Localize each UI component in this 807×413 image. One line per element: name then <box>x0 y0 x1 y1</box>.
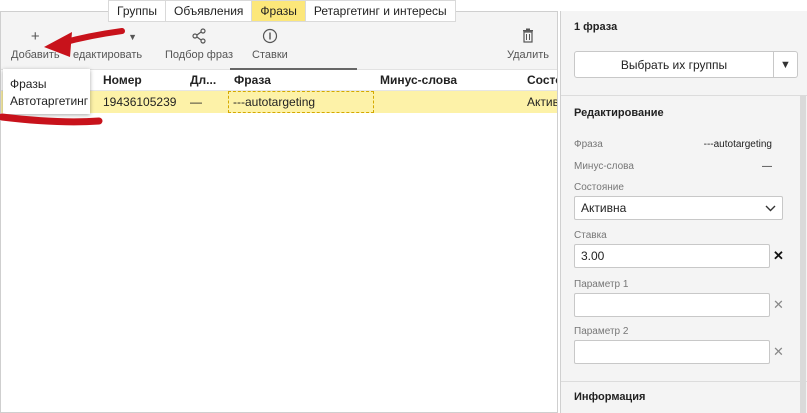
param1-input[interactable] <box>574 293 770 317</box>
panel-title: 1 фраза <box>574 21 618 33</box>
add-button[interactable]: + Добавить <box>11 28 60 61</box>
bid-label: Ставка <box>574 230 607 241</box>
bids-button[interactable]: Ставки <box>252 28 288 61</box>
divider <box>561 95 807 96</box>
chevron-down-icon: ▼ <box>780 58 791 71</box>
cell-state: Активн <box>527 95 557 109</box>
phrase-label: Фраза <box>574 139 603 150</box>
column-number[interactable]: Номер <box>99 73 186 87</box>
tab-retargeting[interactable]: Ретаргетинг и интересы <box>305 0 456 22</box>
minus-words-value: — <box>762 161 772 172</box>
menu-item-phrases[interactable]: Фразы <box>3 75 90 92</box>
sort-indicator <box>230 68 357 70</box>
select-groups-control: Выбрать их группы ▼ <box>574 51 798 78</box>
column-minus-words[interactable]: Минус-слова <box>376 73 523 87</box>
cell-phrase[interactable]: ---autotargeting <box>228 91 374 113</box>
cell-length: — <box>190 95 202 109</box>
bid-coin-icon <box>262 28 278 46</box>
param1-clear-icon[interactable]: ✕ <box>773 297 784 313</box>
chevron-down-icon <box>765 201 776 215</box>
param2-clear-icon[interactable]: ✕ <box>773 344 784 360</box>
select-phrases-label: Подбор фраз <box>165 49 233 61</box>
bid-input[interactable]: 3.00 <box>574 244 770 268</box>
add-dropdown-menu: Фразы Автотаргетинг <box>3 69 90 114</box>
plus-icon: + <box>30 28 40 45</box>
trash-icon <box>522 28 534 46</box>
share-nodes-icon <box>192 28 206 46</box>
tab-ads[interactable]: Объявления <box>165 0 253 22</box>
menu-item-autotargeting[interactable]: Автотаргетинг <box>3 92 90 109</box>
divider <box>561 381 807 382</box>
param1-label: Параметр 1 <box>574 279 629 290</box>
state-select-value: Активна <box>581 201 627 215</box>
delete-button-label: Удалить <box>507 49 549 61</box>
phrase-value: ---autotargeting <box>703 139 772 150</box>
view-tabs: Группы Объявления Фразы Ретаргетинг и ин… <box>108 0 456 22</box>
edit-button[interactable]: ▼ едактировать <box>73 28 142 61</box>
details-panel: 1 фраза Выбрать их группы ▼ Редактирован… <box>560 11 807 413</box>
panel-scrollbar[interactable] <box>800 95 806 413</box>
bids-label: Ставки <box>252 49 288 61</box>
cell-number: 19436105239 <box>103 95 177 109</box>
state-label: Состояние <box>574 182 624 193</box>
state-select[interactable]: Активна <box>574 196 783 220</box>
delete-button[interactable]: Удалить <box>507 28 549 61</box>
bid-clear-icon[interactable]: ✕ <box>773 248 784 264</box>
select-phrases-button[interactable]: Подбор фраз <box>165 28 233 61</box>
minus-words-info: Минус-слова — <box>574 161 772 172</box>
param2-input[interactable] <box>574 340 770 364</box>
column-phrase[interactable]: Фраза <box>230 73 376 87</box>
chevron-down-icon: ▼ <box>128 32 138 42</box>
phrase-info: Фраза ---autotargeting <box>574 139 772 150</box>
minus-words-label: Минус-слова <box>574 161 634 172</box>
edit-button-label: едактировать <box>73 49 143 61</box>
column-length[interactable]: Дл... <box>186 73 230 87</box>
select-groups-dropdown[interactable]: ▼ <box>774 51 798 78</box>
tab-phrases[interactable]: Фразы <box>252 0 306 22</box>
add-button-label: Добавить <box>11 49 60 61</box>
info-section-title: Информация <box>574 391 646 403</box>
edit-section-title: Редактирование <box>574 107 664 119</box>
column-state[interactable]: Состо <box>523 73 557 87</box>
tab-groups[interactable]: Группы <box>108 0 166 22</box>
select-groups-button[interactable]: Выбрать их группы <box>574 51 774 78</box>
param2-label: Параметр 2 <box>574 326 629 337</box>
